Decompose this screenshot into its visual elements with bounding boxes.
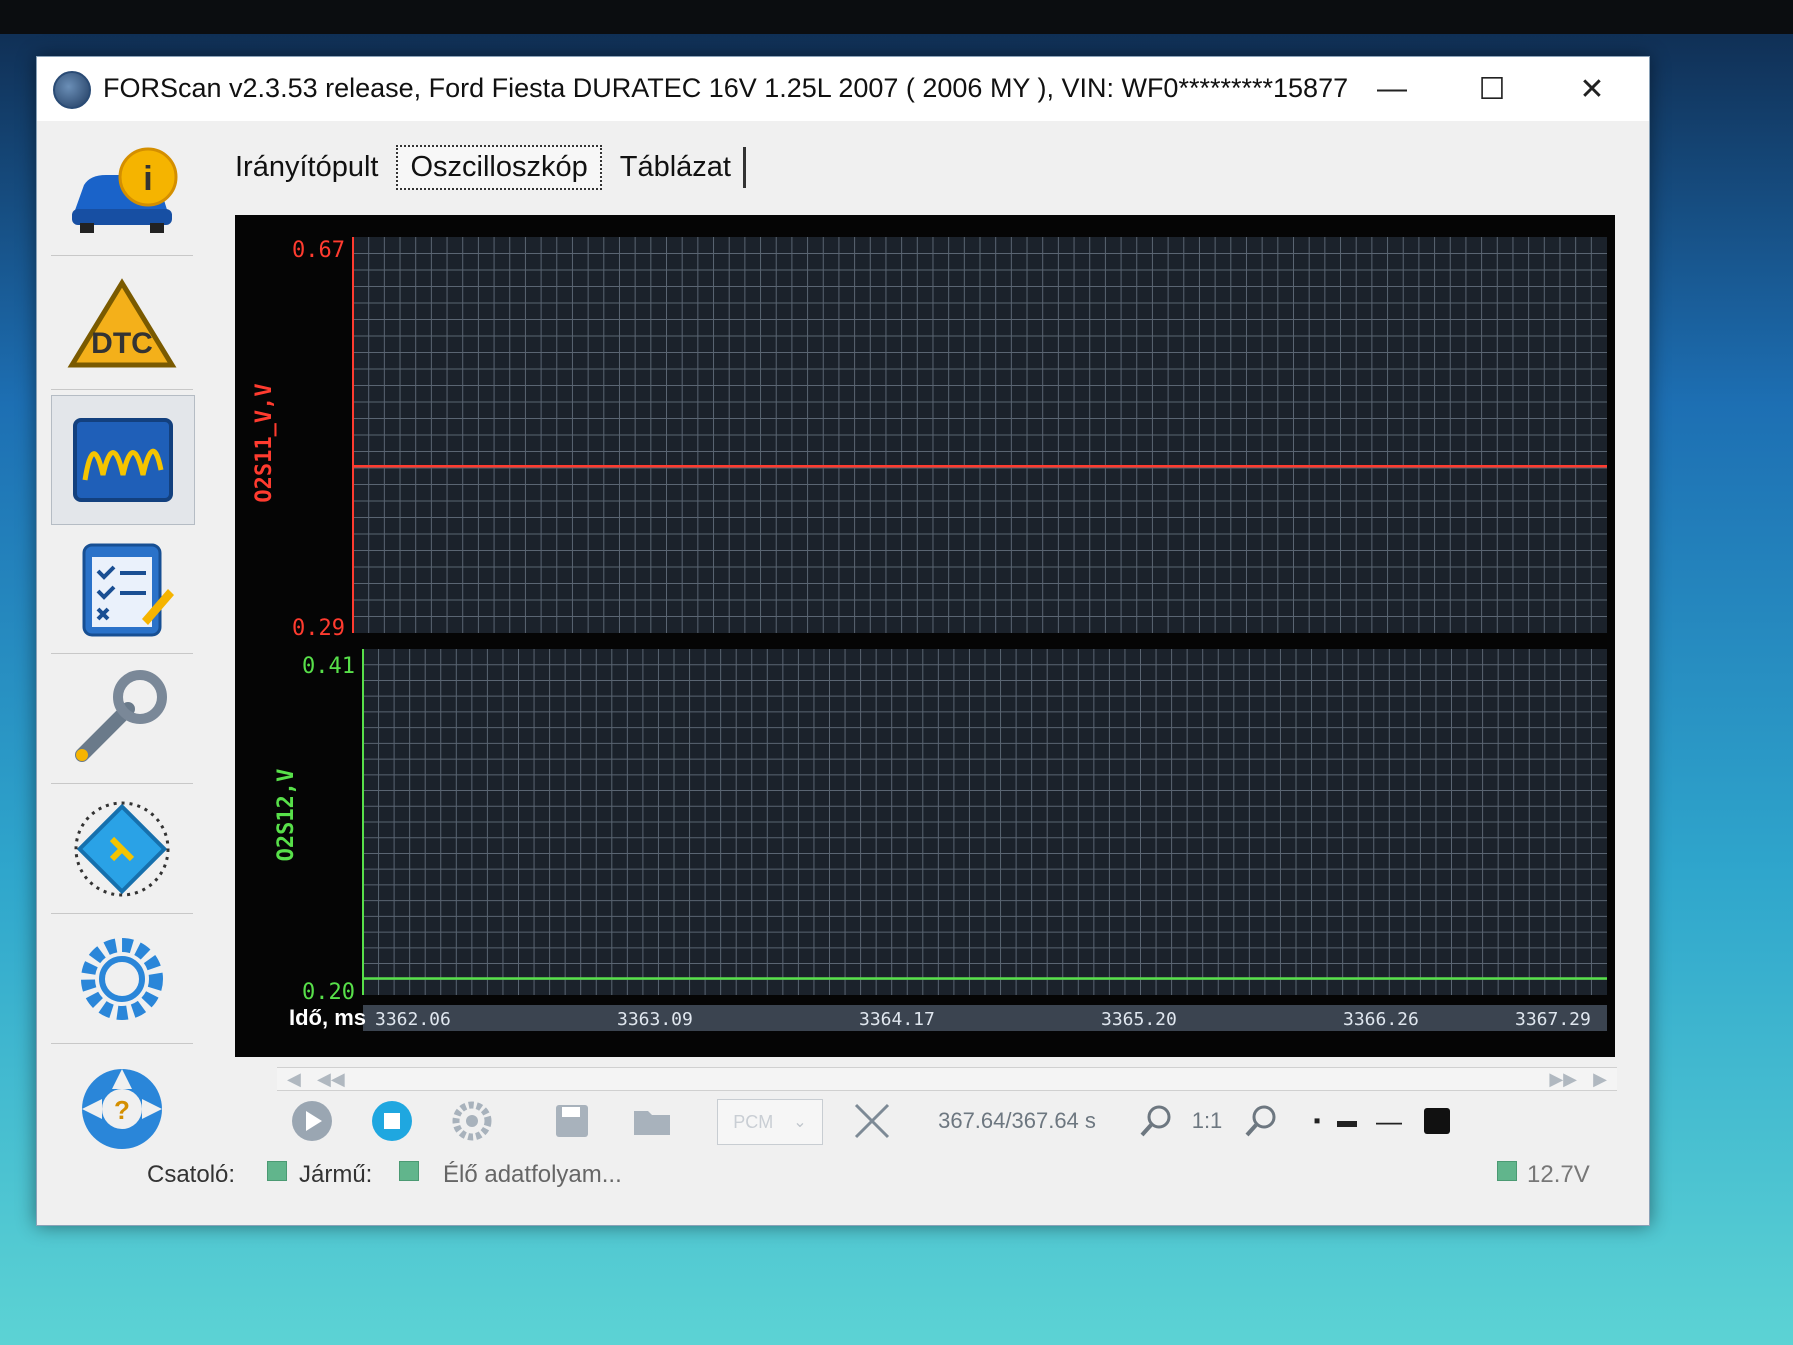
sidebar-item-configuration[interactable] [51, 785, 193, 914]
dot-style-icon: ▪ [1313, 1109, 1321, 1132]
tab-table[interactable]: Táblázat [608, 146, 746, 188]
time-axis-tick-label: 3362.06 [375, 1009, 451, 1030]
stop-icon [372, 1101, 412, 1141]
voltage-indicator [1497, 1161, 1517, 1181]
line-style-button[interactable]: — [1367, 1099, 1411, 1143]
scroll-end-icon[interactable]: ▶ [1593, 1068, 1607, 1090]
time-axis-tick-label: 3366.26 [1343, 1009, 1419, 1030]
red-panel-grid [353, 237, 1607, 633]
module-select-value: PCM [733, 1111, 774, 1132]
sidebar-item-tests[interactable] [51, 525, 193, 654]
chevron-down-icon: ⌄ [793, 1114, 807, 1131]
cross-icon [854, 1103, 890, 1139]
zoom-in-button[interactable] [1242, 1099, 1282, 1143]
monitor-bezel [0, 0, 1793, 34]
dash-style-button[interactable]: ▬ [1327, 1099, 1367, 1143]
dash-style-icon: ▬ [1337, 1109, 1357, 1132]
green-axis-min: 0.20 [302, 980, 355, 1005]
zoom-out-button[interactable] [1137, 1099, 1177, 1143]
tab-dashboard[interactable]: Irányítópult [223, 147, 390, 188]
minimize-button[interactable]: — [1357, 67, 1427, 111]
green-panel-grid [363, 649, 1607, 995]
sidebar-item-service[interactable] [51, 655, 193, 784]
time-axis-label: Idő, ms [289, 1005, 366, 1030]
zoom-out-icon [1140, 1105, 1171, 1137]
interface-status-label: Csatoló: [147, 1161, 236, 1188]
svg-text:?: ? [114, 1095, 130, 1125]
scroll-back-icon[interactable]: ◀◀ [317, 1068, 345, 1090]
forscan-window: FORScan v2.3.53 release, Ford Fiesta DUR… [36, 56, 1650, 1226]
green-axis-max: 0.41 [302, 654, 355, 679]
play-icon [292, 1101, 332, 1141]
time-axis-tick-label: 3363.09 [617, 1009, 693, 1030]
time-axis-tick-label: 3367.29 [1515, 1009, 1591, 1030]
line-style-icon: — [1376, 1105, 1402, 1136]
close-button[interactable]: ✕ [1557, 67, 1627, 111]
sidebar-item-vehicle-info[interactable]: i [51, 127, 193, 256]
vehicle-status-label: Jármű: [299, 1161, 373, 1188]
play-button[interactable] [287, 1099, 337, 1143]
forscan-app-icon [53, 71, 91, 109]
scroll-forward-icon[interactable]: ▶▶ [1549, 1068, 1577, 1090]
status-bar: Csatoló: Jármű: Élő adatfolyam... 12.7V [147, 1155, 1617, 1195]
vehicle-status-indicator [399, 1161, 419, 1181]
gear-icon [81, 938, 163, 1020]
sidebar-item-settings[interactable] [51, 915, 193, 1044]
sidebar-item-help[interactable]: ? [51, 1045, 193, 1173]
time-scrollbar[interactable]: ◀ ◀◀ ▶▶ ▶ [277, 1067, 1617, 1091]
fill-style-button[interactable] [1417, 1099, 1457, 1143]
oscilloscope-plot[interactable]: 0.67 0.29 O2S11_V,V 0.41 0.20 O2S12,V Id… [235, 215, 1615, 1057]
save-button[interactable] [547, 1099, 597, 1143]
open-button[interactable] [627, 1099, 677, 1143]
live-stream-status: Élő adatfolyam... [443, 1161, 622, 1188]
title-bar: FORScan v2.3.53 release, Ford Fiesta DUR… [37, 57, 1649, 121]
fill-style-icon [1424, 1108, 1450, 1134]
module-select[interactable]: PCM ⌄ [717, 1099, 823, 1145]
sidebar-item-dtc[interactable]: DTC [51, 261, 193, 390]
checklist-icon [82, 543, 174, 637]
sidebar-item-oscilloscope[interactable] [51, 395, 195, 525]
close-icon: ✕ [1579, 72, 1605, 106]
clear-button[interactable] [847, 1099, 897, 1143]
time-axis-tick-label: 3364.17 [859, 1009, 935, 1030]
zoom-reset-button[interactable]: 1:1 [1182, 1099, 1232, 1143]
time-axis-tick-label: 3365.20 [1101, 1009, 1177, 1030]
help-lifebuoy-icon: ? [82, 1069, 162, 1149]
red-axis-max: 0.67 [292, 238, 345, 263]
folder-icon [634, 1111, 670, 1135]
oscilloscope-icon [73, 418, 173, 502]
time-axis-bar [363, 1005, 1607, 1031]
save-icon [556, 1105, 588, 1137]
sidebar: i DTC ? [43, 127, 203, 1149]
maximize-icon: ☐ [1478, 72, 1506, 106]
tab-oscilloscope[interactable]: Oszcilloszkóp [396, 144, 602, 190]
svg-text:DTC: DTC [91, 327, 153, 360]
tab-bar: Irányítópult Oszcilloszkóp Táblázat [223, 141, 752, 193]
zoom-in-icon [1245, 1105, 1276, 1137]
settings-gear-icon [452, 1101, 492, 1141]
settings-button[interactable] [447, 1099, 497, 1143]
battery-voltage: 12.7V [1527, 1161, 1590, 1188]
maximize-button[interactable]: ☐ [1457, 67, 1527, 111]
svg-text:i: i [143, 160, 152, 198]
interface-status-indicator [267, 1161, 287, 1181]
wrench-icon [75, 670, 167, 762]
time-display: 367.64/367.64 s [938, 1108, 1096, 1133]
chip-config-icon [74, 801, 170, 897]
stop-button[interactable] [367, 1099, 417, 1143]
red-axis-min: 0.29 [292, 616, 345, 641]
scroll-start-icon[interactable]: ◀ [287, 1068, 301, 1090]
minimize-icon: — [1377, 72, 1407, 105]
bottom-toolbar: PCM ⌄ 367.64/367.64 s 1:1 ▪ ▬ — [277, 1093, 1617, 1149]
car-info-icon: i [72, 147, 178, 233]
dtc-warning-icon: DTC [67, 278, 177, 368]
green-series-label: O2S12,V [274, 769, 299, 862]
scope-svg: 0.67 0.29 O2S11_V,V 0.41 0.20 O2S12,V Id… [252, 237, 1607, 1031]
window-title: FORScan v2.3.53 release, Ford Fiesta DUR… [103, 73, 1349, 103]
red-series-label: O2S11_V,V [252, 383, 277, 502]
